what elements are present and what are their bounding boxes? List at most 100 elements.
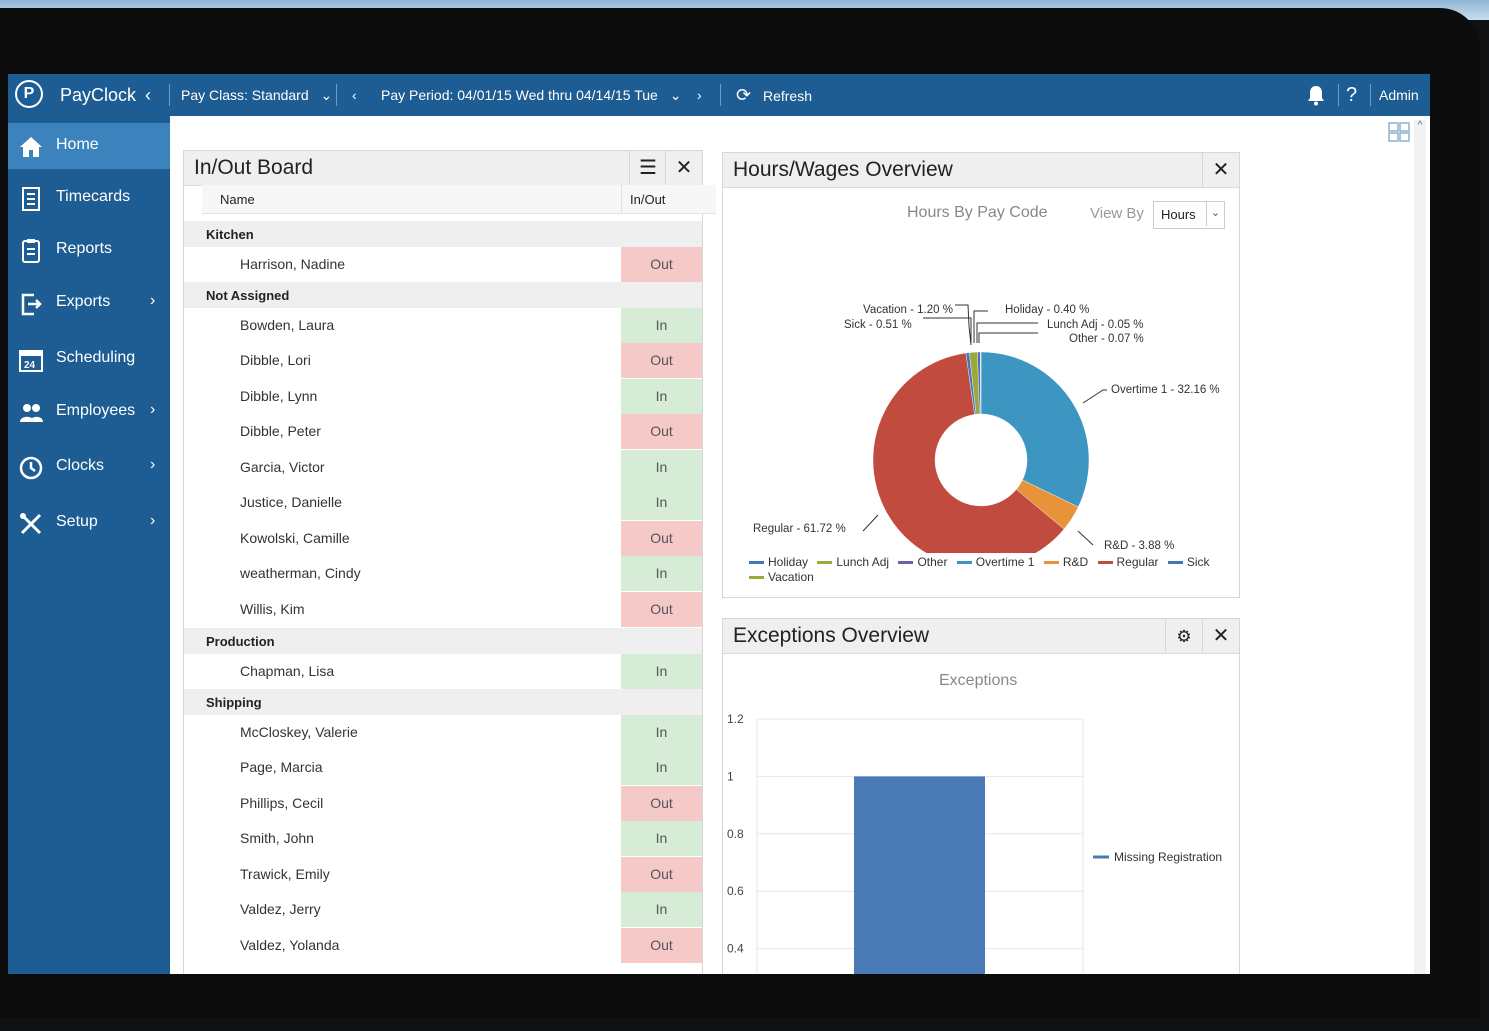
table-row[interactable]: McCloskey, Valerie In bbox=[210, 715, 702, 750]
status-badge: Out bbox=[621, 247, 702, 282]
table-row[interactable]: Dibble, Lori Out bbox=[210, 343, 702, 378]
table-row[interactable]: weatherman, Cindy In bbox=[210, 556, 702, 591]
status-badge: In bbox=[621, 892, 702, 927]
column-header-name[interactable]: Name bbox=[220, 192, 255, 207]
pay-code-donut-chart: Vacation - 1.20 % Sick - 0.51 % Holiday … bbox=[753, 304, 1220, 553]
close-button[interactable]: ✕ bbox=[665, 151, 702, 185]
employee-name: Willis, Kim bbox=[240, 601, 305, 617]
table-row[interactable]: Valdez, Jerry In bbox=[210, 892, 702, 927]
view-by-select[interactable]: Hours ⌄ bbox=[1153, 201, 1225, 229]
table-row[interactable]: Valdez, Yolanda Out bbox=[210, 928, 702, 963]
notifications-button[interactable] bbox=[1306, 74, 1330, 116]
menu-button[interactable]: ☰ bbox=[629, 151, 666, 185]
help-button[interactable]: ? bbox=[1346, 74, 1357, 116]
sidebar-item-label: Employees bbox=[56, 402, 136, 419]
employee-name: Harrison, Nadine bbox=[240, 256, 346, 272]
status-badge: In bbox=[621, 450, 702, 485]
previous-period-button[interactable]: ‹ bbox=[352, 74, 357, 116]
status-badge: Out bbox=[621, 928, 702, 963]
admin-user-menu[interactable]: Admin bbox=[1379, 74, 1419, 116]
legend-swatch bbox=[817, 561, 833, 565]
scrollbar[interactable]: ^ bbox=[1414, 120, 1426, 974]
group-label: Not Assigned bbox=[206, 288, 290, 303]
legend-item-lunch-adj[interactable]: Lunch Adj bbox=[817, 555, 889, 569]
table-row[interactable]: Harrison, Nadine Out bbox=[210, 247, 702, 282]
chevron-down-icon: ⌄ bbox=[1206, 202, 1224, 226]
legend-label-missing-registration[interactable]: Missing Registration bbox=[1114, 850, 1222, 864]
settings-button[interactable]: ⚙ bbox=[1165, 619, 1202, 653]
sidebar-item-label: Setup bbox=[56, 513, 98, 530]
table-row[interactable]: Dibble, Lynn In bbox=[210, 379, 702, 414]
legend-item-overtime-1[interactable]: Overtime 1 bbox=[956, 555, 1035, 569]
employee-name: Trawick, Emily bbox=[240, 866, 330, 882]
table-row[interactable]: Bowden, Laura In bbox=[210, 308, 702, 343]
table-row[interactable]: Page, Marcia In bbox=[210, 750, 702, 785]
table-row[interactable]: Smith, John In bbox=[210, 821, 702, 856]
legend-label: Holiday bbox=[768, 555, 809, 569]
table-row[interactable]: Garcia, Victor In bbox=[210, 450, 702, 485]
status-badge: In bbox=[621, 654, 702, 689]
legend-item-sick[interactable]: Sick bbox=[1167, 555, 1210, 569]
status-badge: Out bbox=[621, 521, 702, 556]
employee-name: Valdez, Jerry bbox=[240, 901, 321, 917]
slice-label-holiday: Holiday - 0.40 % bbox=[1005, 304, 1089, 316]
sidebar: Home Timecards Reports Exports › 24 Sche… bbox=[8, 116, 170, 974]
donut-slice-overtime-1[interactable] bbox=[980, 351, 1090, 508]
refresh-button[interactable]: ⟳ Refresh bbox=[736, 74, 812, 116]
scroll-up-icon[interactable]: ^ bbox=[1414, 120, 1426, 131]
bell-icon bbox=[1308, 86, 1324, 106]
sidebar-item-home[interactable]: Home bbox=[8, 123, 170, 169]
table-row[interactable]: Phillips, Cecil Out bbox=[210, 786, 702, 821]
legend-item-vacation[interactable]: Vacation bbox=[749, 570, 814, 584]
y-tick-label: 1 bbox=[727, 769, 734, 783]
table-row[interactable]: Dibble, Peter Out bbox=[210, 414, 702, 449]
y-tick-label: 0.8 bbox=[727, 827, 744, 841]
table-row[interactable]: Kowolski, Camille Out bbox=[210, 521, 702, 556]
employee-name: Chapman, Lisa bbox=[240, 663, 335, 679]
timecard-icon bbox=[22, 187, 40, 211]
employee-name: Kowolski, Camille bbox=[240, 530, 350, 546]
column-header-status[interactable]: In/Out bbox=[630, 192, 665, 207]
divider bbox=[1370, 84, 1371, 106]
table-row[interactable]: Willis, Kim Out bbox=[210, 592, 702, 627]
slice-label-other: Other - 0.07 % bbox=[1069, 333, 1144, 345]
next-period-button[interactable]: › bbox=[697, 74, 702, 116]
chevron-right-icon: › bbox=[150, 512, 156, 529]
hamburger-icon: ☰ bbox=[639, 157, 657, 179]
employee-name: Valdez, Yolanda bbox=[240, 937, 340, 953]
legend-item-regular[interactable]: Regular bbox=[1097, 555, 1159, 569]
dashboard-content: ^ In/Out Board ☰ ✕ Name In/Out Kitchen H… bbox=[170, 116, 1430, 974]
sidebar-item-scheduling[interactable]: 24 Scheduling bbox=[8, 336, 170, 382]
people-icon bbox=[20, 404, 43, 422]
pay-period-dropdown[interactable]: Pay Period: 04/01/15 Wed thru 04/14/15 T… bbox=[381, 74, 681, 116]
sidebar-item-timecards[interactable]: Timecards bbox=[8, 175, 170, 221]
paycloc-logo-icon: P bbox=[15, 80, 43, 108]
layout-grid-icon[interactable] bbox=[1388, 122, 1410, 142]
employee-name: Bowden, Laura bbox=[240, 317, 335, 333]
legend-item-rd[interactable]: R&D bbox=[1043, 555, 1088, 569]
bar-missing-registration[interactable] bbox=[854, 776, 985, 974]
status-badge: Out bbox=[621, 414, 702, 449]
pay-class-dropdown[interactable]: Pay Class: Standard ⌄ bbox=[181, 74, 332, 116]
sidebar-item-clocks[interactable]: Clocks › bbox=[8, 444, 170, 490]
sidebar-item-exports[interactable]: Exports › bbox=[8, 280, 170, 326]
legend-swatch bbox=[1043, 561, 1059, 565]
table-row[interactable]: Trawick, Emily Out bbox=[210, 857, 702, 892]
employee-name: Smith, John bbox=[240, 830, 314, 846]
table-row[interactable]: Justice, Danielle In bbox=[210, 485, 702, 520]
slice-label-lunch-adj: Lunch Adj - 0.05 % bbox=[1047, 319, 1144, 331]
close-button[interactable]: ✕ bbox=[1202, 619, 1239, 653]
legend-swatch bbox=[1097, 561, 1113, 565]
legend-item-other[interactable]: Other bbox=[898, 555, 947, 569]
table-row[interactable]: Chapman, Lisa In bbox=[210, 654, 702, 689]
panel-header: Hours/Wages Overview ✕ bbox=[723, 153, 1239, 188]
sidebar-item-setup[interactable]: Setup › bbox=[8, 500, 170, 546]
legend-item-holiday[interactable]: Holiday bbox=[749, 555, 808, 569]
inout-board-panel: In/Out Board ☰ ✕ Name In/Out Kitchen Har… bbox=[183, 150, 716, 974]
close-button[interactable]: ✕ bbox=[1202, 153, 1239, 187]
sidebar-item-reports[interactable]: Reports bbox=[8, 227, 170, 273]
sidebar-item-employees[interactable]: Employees › bbox=[8, 389, 170, 435]
chart-title: Exceptions bbox=[939, 672, 1018, 689]
legend-label: Overtime 1 bbox=[975, 555, 1035, 569]
collapse-sidebar-chevron-left-icon[interactable]: ‹ bbox=[145, 74, 151, 116]
